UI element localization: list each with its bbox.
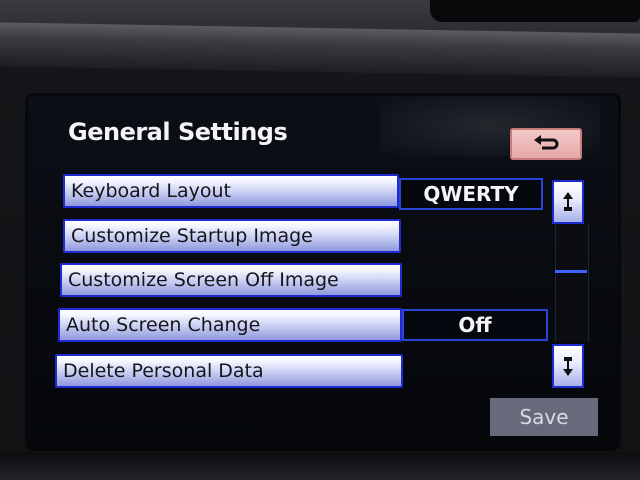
customize-screen-off-image-label: Customize Screen Off Image xyxy=(68,269,339,291)
delete-personal-data-button[interactable]: Delete Personal Data xyxy=(55,354,403,388)
back-arrow-icon xyxy=(532,133,560,155)
page-title: General Settings xyxy=(68,118,288,146)
keyboard-layout-value: QWERTY xyxy=(399,178,543,210)
scroll-up-button[interactable] xyxy=(552,180,584,224)
auto-screen-change-value: Off xyxy=(402,309,548,341)
customize-startup-image-label: Customize Startup Image xyxy=(71,225,313,247)
scroll-down-button[interactable] xyxy=(552,344,584,388)
customize-startup-image-button[interactable]: Customize Startup Image xyxy=(63,219,401,253)
auto-screen-change-label: Auto Screen Change xyxy=(66,314,261,336)
delete-personal-data-label: Delete Personal Data xyxy=(63,360,264,382)
scrollbar-thumb[interactable] xyxy=(555,270,587,273)
auto-screen-change-button[interactable]: Auto Screen Change xyxy=(58,308,402,342)
keyboard-layout-label: Keyboard Layout xyxy=(71,180,231,202)
air-vent xyxy=(430,0,640,22)
customize-screen-off-image-button[interactable]: Customize Screen Off Image xyxy=(60,263,402,297)
bottom-frame xyxy=(0,452,640,480)
scrollbar-track[interactable] xyxy=(555,224,589,342)
back-button[interactable] xyxy=(510,128,582,160)
save-button[interactable]: Save xyxy=(490,398,598,436)
keyboard-layout-button[interactable]: Keyboard Layout xyxy=(63,174,399,208)
scroll-up-icon xyxy=(562,190,574,215)
scroll-down-icon xyxy=(562,354,574,379)
